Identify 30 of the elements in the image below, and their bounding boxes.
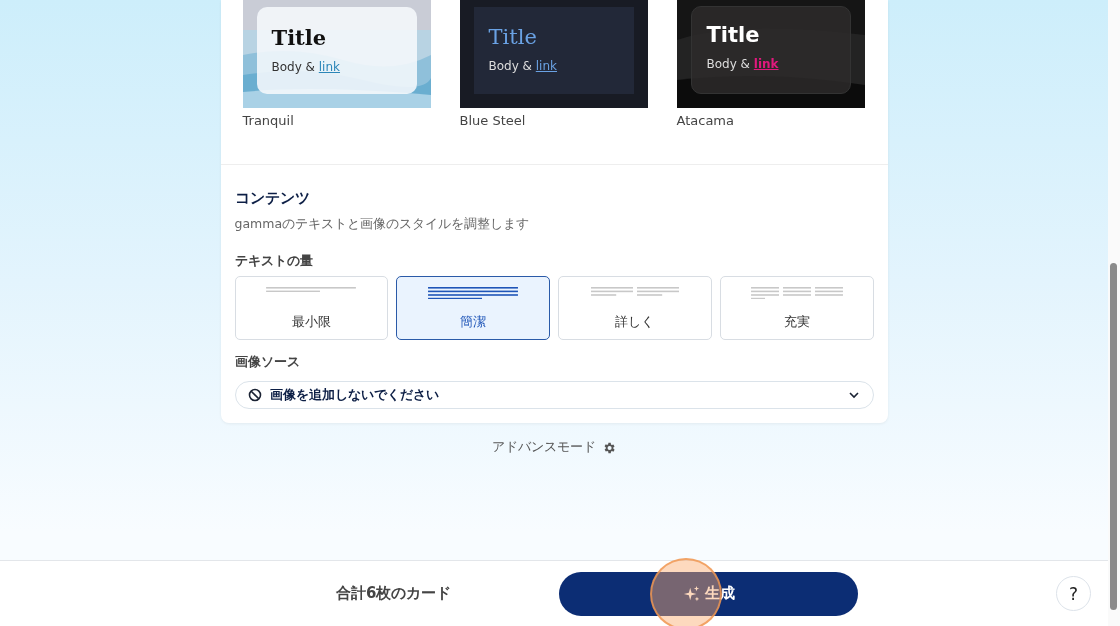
text-lines-icon [266,287,357,293]
section-heading: コンテンツ [234,189,311,208]
prohibited-icon [247,388,262,402]
preview-body-text: Body & link [271,60,341,74]
theme-name: Tranquil [242,113,295,128]
field-label: テキストの量 [234,253,314,270]
preview-body-text: Body & link [488,59,558,73]
text-lines-icon [590,287,679,296]
gear-icon [602,440,616,455]
preview-title: Title [488,25,538,49]
preview-title: Title [271,25,328,50]
preview-link[interactable]: link [318,60,340,74]
card-count: 合計6枚のカード [336,584,452,603]
field-label: 画像ソース [234,354,301,371]
section-description: gammaのテキストと画像のスタイルを調整します [234,216,531,233]
theme-preview[interactable]: Title Body & link [459,0,648,108]
text-lines-icon [750,287,843,300]
advanced-mode-link[interactable]: アドバンスモード [492,439,616,456]
text-amount-option[interactable]: 簡潔 [396,276,550,340]
scrollbar[interactable] [1108,0,1120,626]
text-amount-option[interactable]: 詳しく [558,276,712,340]
preview-title: Title [706,23,761,47]
theme-name: Atacama [676,113,735,128]
preview-body-text: Body & link [706,57,780,71]
help-button[interactable]: ? [1056,576,1091,611]
preview-link[interactable]: link [535,59,557,73]
text-lines-icon [428,287,519,300]
theme-name: Blue Steel [459,113,527,128]
text-amount-option[interactable]: 充実 [719,276,874,340]
text-amount-option[interactable]: 最小限 [234,276,389,340]
